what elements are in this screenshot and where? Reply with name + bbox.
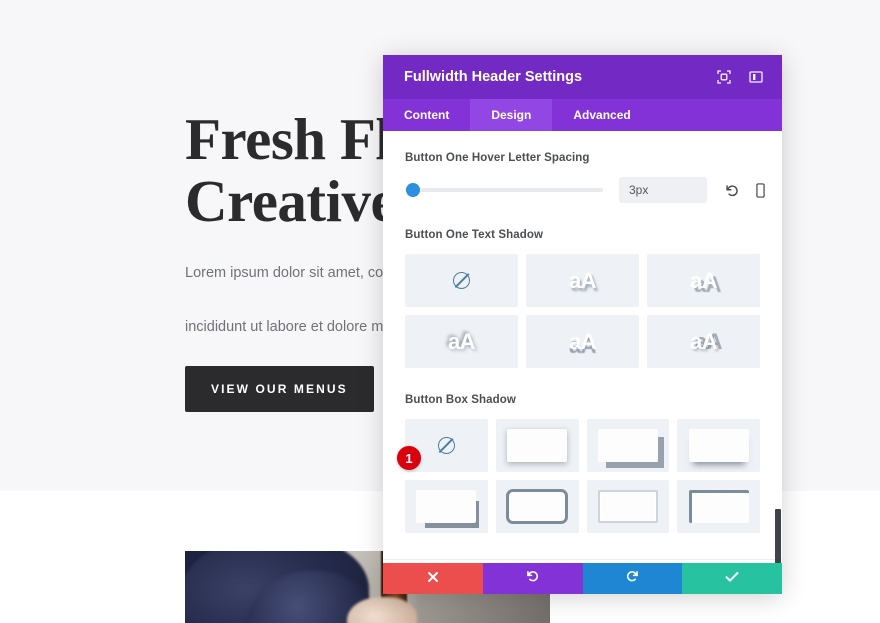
modal-title: Fullwidth Header Settings: [404, 69, 583, 85]
modal-title-actions: [714, 67, 766, 87]
preset-swatch: [416, 490, 477, 523]
letter-spacing-input[interactable]: [619, 177, 707, 203]
mobile-device-icon[interactable]: [754, 182, 767, 198]
tab-content[interactable]: Content: [383, 99, 470, 131]
box-shadow-preset-3[interactable]: [677, 419, 760, 472]
letter-spacing-slider-knob[interactable]: [406, 183, 420, 197]
layout-panel-icon[interactable]: [746, 67, 766, 87]
settings-scroll-area: Button One Hover Letter Spacing 3px Butt…: [383, 131, 782, 563]
box-shadow-preset-7[interactable]: [677, 480, 760, 533]
preset-glyph: aA: [689, 328, 718, 354]
box-shadow-preset-6[interactable]: [586, 480, 670, 533]
close-icon: [427, 570, 439, 588]
collapsed-sections: Sizing Spacing: [383, 559, 782, 563]
preset-swatch: [597, 429, 658, 462]
checkmark-icon: [725, 570, 739, 588]
undo-button[interactable]: [482, 563, 583, 594]
settings-scrollbar-thumb[interactable]: [775, 509, 781, 563]
preset-swatch: [506, 489, 569, 524]
preset-swatch: [507, 429, 568, 462]
modal-tabs: Content Design Advanced: [383, 99, 782, 131]
letter-spacing-control: [405, 177, 765, 203]
tab-advanced[interactable]: Advanced: [552, 99, 651, 131]
text-shadow-label: Button One Text Shadow: [405, 229, 544, 241]
preset-swatch: [688, 490, 749, 523]
focus-icon[interactable]: [714, 67, 734, 87]
text-shadow-none[interactable]: [405, 254, 518, 307]
box-shadow-label: Button Box Shadow: [405, 394, 516, 406]
preset-glyph: aA: [447, 328, 476, 354]
text-shadow-preset-5[interactable]: aA: [647, 315, 760, 368]
text-shadow-preset-2[interactable]: aA: [647, 254, 760, 307]
preset-swatch: [688, 429, 749, 462]
annotation-badge-1: 1: [397, 446, 421, 470]
preset-glyph: aA: [568, 328, 597, 354]
modal-body: Button One Hover Letter Spacing 3px Butt…: [383, 131, 782, 563]
save-button[interactable]: [682, 563, 782, 594]
redo-icon: [625, 569, 639, 588]
box-shadow-preset-2[interactable]: [586, 419, 670, 472]
letter-spacing-slider[interactable]: [405, 183, 603, 197]
no-shadow-icon: [437, 437, 455, 454]
settings-scrollbar[interactable]: [775, 131, 782, 563]
preset-glyph: aA: [568, 267, 597, 293]
box-shadow-preset-4[interactable]: [405, 480, 488, 533]
box-shadow-preset-1[interactable]: [495, 419, 579, 472]
preset-swatch: [597, 490, 658, 523]
box-shadow-preset-5[interactable]: [495, 480, 579, 533]
tab-design[interactable]: Design: [470, 99, 553, 131]
modal-footer: [383, 563, 782, 594]
cancel-button[interactable]: [383, 563, 483, 594]
box-shadow-preset-grid: [405, 419, 760, 533]
fullwidth-header-settings-modal: Fullwidth Header Settings Content Design…: [383, 55, 782, 594]
text-shadow-preset-grid: aA aA aA aA aA: [405, 254, 760, 368]
undo-icon[interactable]: [725, 183, 740, 198]
redo-button[interactable]: [582, 563, 683, 594]
letter-spacing-actions: [725, 182, 767, 198]
letter-spacing-label: Button One Hover Letter Spacing: [405, 152, 590, 164]
section-toggle-sizing[interactable]: Sizing: [383, 559, 782, 563]
modal-titlebar: Fullwidth Header Settings: [383, 55, 782, 99]
text-shadow-preset-3[interactable]: aA: [405, 315, 518, 368]
text-shadow-preset-4[interactable]: aA: [526, 315, 639, 368]
view-our-menus-button[interactable]: VIEW OUR MENUS: [185, 366, 374, 412]
no-shadow-icon: [453, 272, 470, 289]
text-shadow-preset-1[interactable]: aA: [526, 254, 639, 307]
preset-glyph: aA: [689, 267, 718, 293]
undo-icon: [526, 569, 540, 588]
